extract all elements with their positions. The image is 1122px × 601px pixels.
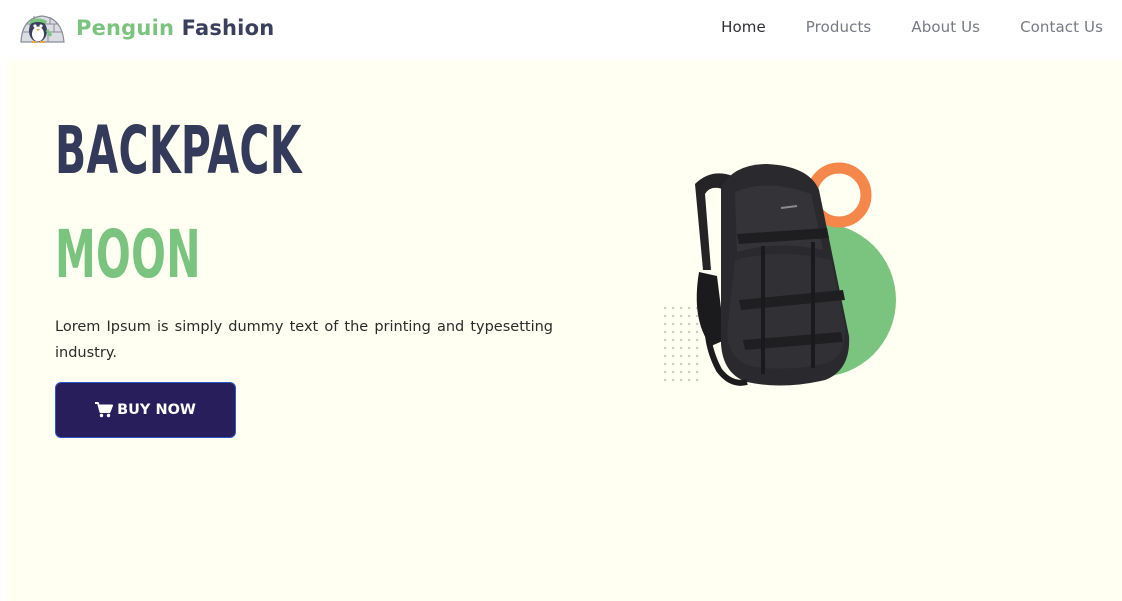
backpack-product-image <box>663 162 896 386</box>
navbar: Penguin Fashion Home Products About Us C… <box>0 0 1122 58</box>
shopping-cart-icon <box>95 402 114 418</box>
penguin-igloo-logo-icon <box>20 15 65 43</box>
buy-now-label: BUY NOW <box>117 402 196 418</box>
hero-section: BACKPACK MOON Lorem Ipsum is simply dumm… <box>7 60 1122 601</box>
dot-grid-decoration <box>663 306 699 382</box>
main-nav: Home Products About Us Contact Us <box>681 18 1103 36</box>
nav-products[interactable]: Products <box>806 18 872 36</box>
buy-now-button[interactable]: BUY NOW <box>55 382 236 438</box>
nav-about-us[interactable]: About Us <box>911 18 980 36</box>
brand-logo-link[interactable]: Penguin Fashion <box>18 10 274 46</box>
brand-name-part2: Fashion <box>181 16 275 40</box>
brand-name-part1: Penguin <box>76 16 175 40</box>
hero-description: Lorem Ipsum is simply dummy text of the … <box>55 319 553 361</box>
brand-name: Penguin Fashion <box>76 16 274 40</box>
hero-title-line2: MOON <box>55 216 201 293</box>
nav-home[interactable]: Home <box>721 18 766 36</box>
backpack-illustration <box>695 164 850 386</box>
nav-contact-us[interactable]: Contact Us <box>1020 18 1103 36</box>
hero-title-line1: BACKPACK <box>55 112 302 189</box>
